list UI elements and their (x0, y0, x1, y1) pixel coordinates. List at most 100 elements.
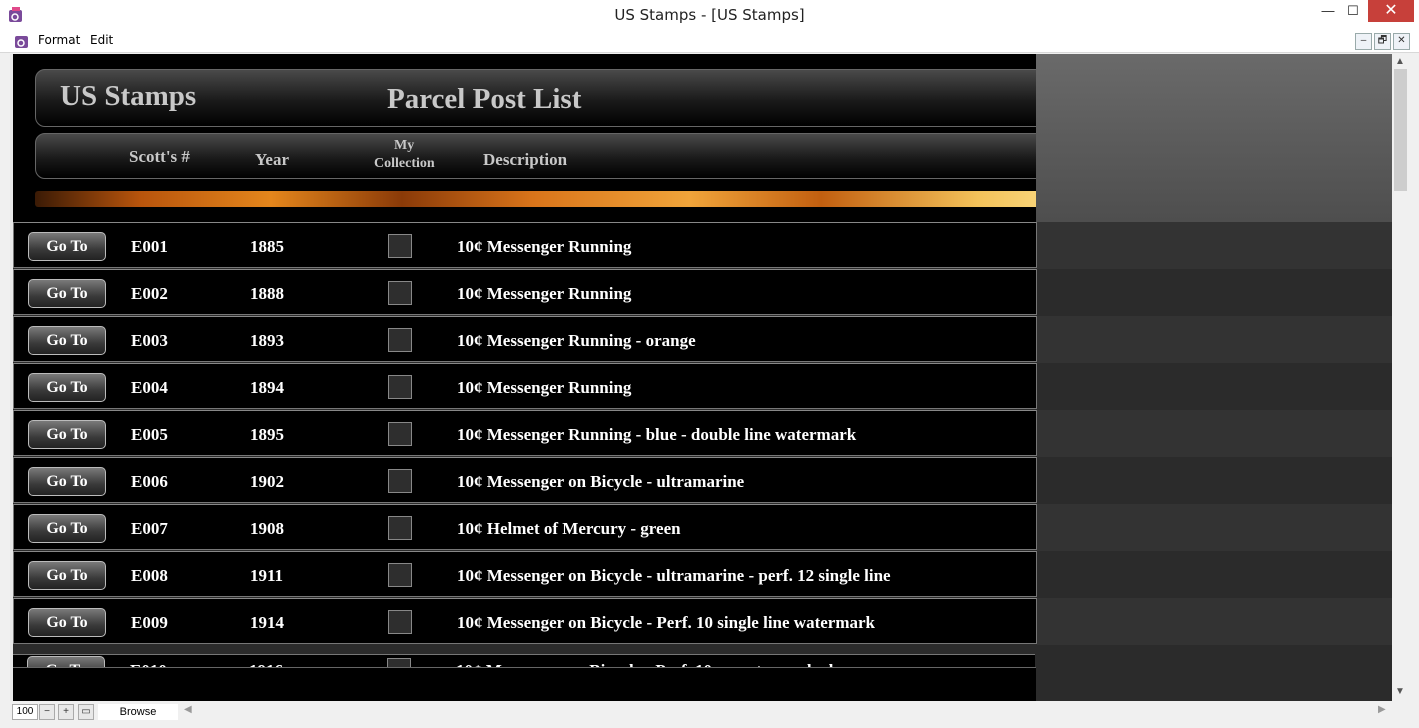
goto-button[interactable]: Go To (28, 326, 106, 355)
column-header-collection-line1: My (394, 138, 415, 153)
close-button[interactable]: ✕ (1368, 0, 1414, 22)
list-row: Go To E005 1895 10¢ Messenger Running - … (13, 410, 1392, 457)
scott-number: E003 (131, 331, 168, 350)
footer-side-fill (1036, 667, 1392, 701)
collection-checkbox[interactable] (388, 516, 412, 540)
row-side-fill (1037, 457, 1392, 504)
year: 1894 (250, 378, 284, 397)
scroll-up-icon[interactable]: ▲ (1395, 56, 1405, 67)
collection-checkbox[interactable] (388, 328, 412, 352)
description: 10¢ Messenger on Bicycle - ultramarine (457, 472, 745, 491)
scroll-down-icon[interactable]: ▼ (1395, 686, 1405, 697)
menu-bar: Format Edit – 🗗 ✕ (0, 30, 1419, 53)
collection-checkbox[interactable] (388, 234, 412, 258)
year: 1911 (250, 566, 284, 585)
zoom-out-icon[interactable]: − (39, 704, 55, 720)
list-row: Go To E004 1894 10¢ Messenger Running (13, 363, 1392, 410)
collection-checkbox[interactable] (388, 610, 412, 634)
description: 10¢ Messenger on Bicycle - ultramarine -… (457, 566, 891, 585)
collection-checkbox[interactable] (388, 375, 412, 399)
toggle-status-area-icon[interactable]: ▭ (78, 704, 94, 720)
description: 10¢ Messenger Running - orange (457, 331, 696, 350)
zoom-level[interactable]: 100 (12, 704, 38, 720)
year: 1885 (250, 237, 284, 256)
column-header-year: Year (255, 150, 289, 169)
scott-number: E008 (131, 566, 168, 585)
scroll-right-icon[interactable]: ▶ (1378, 704, 1386, 715)
menu-format[interactable]: Format (38, 33, 80, 47)
menu-edit[interactable]: Edit (90, 33, 113, 47)
goto-button[interactable]: Go To (28, 514, 106, 543)
collection-checkbox[interactable] (388, 563, 412, 587)
description: 10¢ Messenger Running (457, 284, 632, 303)
year: 1914 (250, 613, 284, 632)
description: 10¢ Messenger on Bicycle - Perf. 10 sing… (457, 613, 875, 632)
collection-checkbox[interactable] (388, 422, 412, 446)
year: 1902 (250, 472, 284, 491)
mdi-close-button[interactable]: ✕ (1393, 33, 1410, 50)
list-header: US Stamps Parcel Post List Scott's # Yea… (13, 54, 1345, 222)
scott-number: E006 (131, 472, 168, 491)
goto-button[interactable]: Go To (28, 373, 106, 402)
year: 1908 (250, 519, 284, 538)
layout-area: US Stamps Parcel Post List Scott's # Yea… (10, 54, 1392, 701)
scott-number: E004 (131, 378, 168, 397)
goto-button[interactable]: Go To (28, 561, 106, 590)
row-side-fill (1037, 269, 1392, 316)
list-row: Go To E006 1902 10¢ Messenger on Bicycle… (13, 457, 1392, 504)
horizontal-scrollbar[interactable]: ◀ ▶ (182, 704, 1392, 719)
row-side-fill (1037, 316, 1392, 363)
row-side-fill (1037, 598, 1392, 645)
maximize-button[interactable]: ☐ (1338, 0, 1368, 22)
list-footer (13, 667, 1036, 701)
row-side-fill (1037, 363, 1392, 410)
goto-button[interactable]: Go To (28, 467, 106, 496)
year: 1888 (250, 284, 284, 303)
column-header-description: Description (483, 150, 568, 169)
scott-number: E007 (131, 519, 168, 538)
zoom-in-icon[interactable]: + (58, 704, 74, 720)
scott-number: E009 (131, 613, 168, 632)
list-row: Go To E007 1908 10¢ Helmet of Mercury - … (13, 504, 1392, 551)
document-icon[interactable] (14, 33, 30, 49)
list-row: Go To E002 1888 10¢ Messenger Running (13, 269, 1392, 316)
window-title: US Stamps - [US Stamps] (614, 6, 805, 24)
description: 10¢ Messenger Running (457, 237, 632, 256)
list-row: Go To E008 1911 10¢ Messenger on Bicycle… (13, 551, 1392, 598)
row-side-fill (1037, 222, 1392, 269)
goto-button[interactable]: Go To (28, 279, 106, 308)
year: 1895 (250, 425, 284, 444)
goto-button[interactable]: Go To (28, 608, 106, 637)
goto-button[interactable]: Go To (28, 232, 106, 261)
status-bar: 100 − + ▭ Browse ◀ ▶ (0, 701, 1419, 728)
header-gray-area (1036, 54, 1392, 222)
app-title: US Stamps (60, 80, 197, 112)
description: 10¢ Messenger Running (457, 378, 632, 397)
list-row: Go To E001 1885 10¢ Messenger Running (13, 222, 1392, 269)
list-row: Go To E003 1893 10¢ Messenger Running - … (13, 316, 1392, 363)
row-side-fill (1037, 410, 1392, 457)
stamp-list: Go To E001 1885 10¢ Messenger Running Go… (13, 222, 1392, 667)
scroll-left-icon[interactable]: ◀ (184, 704, 192, 715)
column-header-collection-line2: Collection (374, 156, 435, 171)
scott-number: E002 (131, 284, 168, 303)
scott-number: E001 (131, 237, 168, 256)
column-header-scott: Scott's # (129, 147, 190, 166)
window-titlebar: US Stamps - [US Stamps] — ☐ ✕ (0, 0, 1419, 30)
description: 10¢ Messenger Running - blue - double li… (457, 425, 857, 444)
list-row: Go To E009 1914 10¢ Messenger on Bicycle… (13, 598, 1392, 645)
mode-selector[interactable]: Browse (98, 704, 178, 720)
collection-checkbox[interactable] (388, 469, 412, 493)
row-side-fill (1037, 551, 1392, 598)
description: 10¢ Helmet of Mercury - green (457, 519, 681, 538)
mdi-restore-button[interactable]: 🗗 (1374, 33, 1391, 50)
list-title: Parcel Post List (387, 83, 582, 115)
scott-number: E005 (131, 425, 168, 444)
year: 1893 (250, 331, 284, 350)
scrollbar-thumb[interactable] (1394, 69, 1407, 191)
goto-button[interactable]: Go To (28, 420, 106, 449)
collection-checkbox[interactable] (388, 281, 412, 305)
vertical-scrollbar[interactable]: ▲ ▼ (1392, 54, 1409, 701)
row-side-fill (1037, 504, 1392, 551)
mdi-minimize-button[interactable]: – (1355, 33, 1372, 50)
